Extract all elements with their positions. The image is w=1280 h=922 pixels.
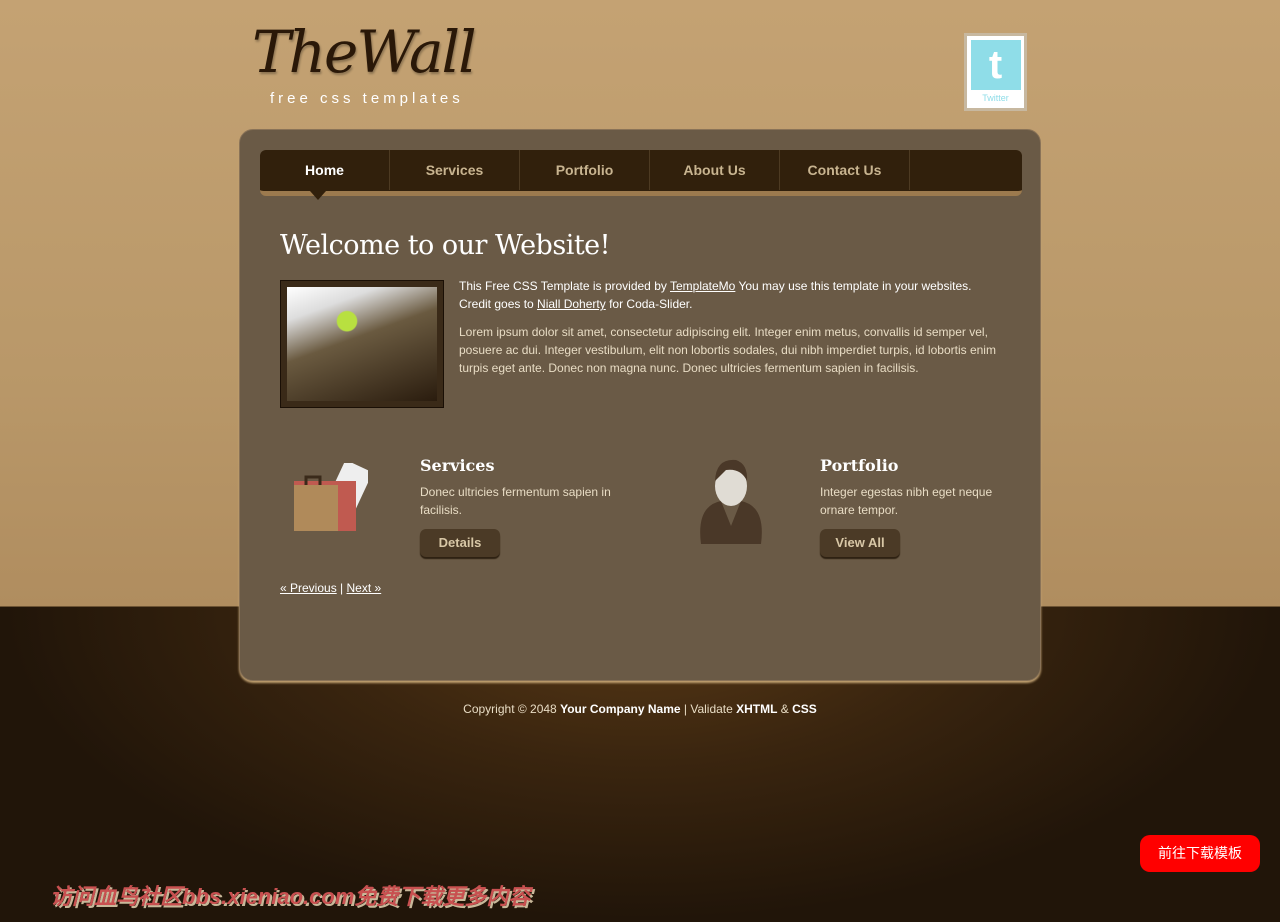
logo[interactable]: TheWall free css templates <box>252 18 477 107</box>
download-template-button[interactable]: 前往下载模板 <box>1140 835 1260 872</box>
validate-text: | Validate <box>680 702 737 716</box>
portfolio-text: Integer egestas nibh eget neque ornare t… <box>820 485 993 517</box>
twitter-link[interactable]: t Twitter <box>964 33 1027 111</box>
twitter-icon: t <box>970 40 1021 90</box>
lorem-text: Lorem ipsum dolor sit amet, consectetur … <box>459 325 996 375</box>
portfolio-box: Portfolio Integer egestas nibh eget nequ… <box>820 456 1020 557</box>
intro-text-3: for Coda-Slider. <box>605 297 693 311</box>
details-button[interactable]: Details <box>420 529 500 557</box>
watermark-text: 访问血鸟社区bbs.xieniao.com免费下载更多内容 <box>50 884 531 909</box>
company-name: Your Company Name <box>560 702 681 716</box>
nav-portfolio[interactable]: Portfolio <box>520 150 650 190</box>
twitter-label: Twitter <box>982 93 1009 103</box>
logo-title: TheWall <box>252 18 477 86</box>
copyright-text: Copyright © 2048 <box>463 702 561 716</box>
pagination: « Previous | Next » <box>280 581 381 595</box>
templatemo-link[interactable]: TemplateMo <box>670 279 735 293</box>
nav-contact-us[interactable]: Contact Us <box>780 150 910 190</box>
pager-separator: | <box>336 581 347 595</box>
nav-about-us[interactable]: About Us <box>650 150 780 190</box>
view-all-button[interactable]: View All <box>820 529 900 557</box>
services-box: Services Donec ultricies fermentum sapie… <box>420 456 620 557</box>
logo-subtitle: free css templates <box>270 90 464 107</box>
services-title: Services <box>420 456 495 475</box>
services-text: Donec ultricies fermentum sapien in faci… <box>420 485 611 517</box>
css-link[interactable]: CSS <box>792 702 817 716</box>
content-panel: Home Services Portfolio About Us Contact… <box>239 129 1041 681</box>
xhtml-link[interactable]: XHTML <box>736 702 777 716</box>
featured-image <box>280 280 444 408</box>
footer: Copyright © 2048 Your Company Name | Val… <box>0 702 1280 716</box>
page-title: Welcome to our Website! <box>280 230 611 261</box>
next-link[interactable]: Next » <box>347 581 382 595</box>
nav-services[interactable]: Services <box>390 150 520 190</box>
intro-text-1: This Free CSS Template is provided by <box>459 279 670 293</box>
previous-link[interactable]: « Previous <box>280 581 337 595</box>
nav-home[interactable]: Home <box>260 150 390 200</box>
main-nav: Home Services Portfolio About Us Contact… <box>260 150 1022 200</box>
portfolio-title: Portfolio <box>820 456 899 475</box>
shopping-bag-icon <box>294 463 368 531</box>
amp-text: & <box>777 702 793 716</box>
intro-text: This Free CSS Template is provided by Te… <box>459 277 999 313</box>
person-icon <box>700 459 762 544</box>
niall-doherty-link[interactable]: Niall Doherty <box>537 297 606 311</box>
